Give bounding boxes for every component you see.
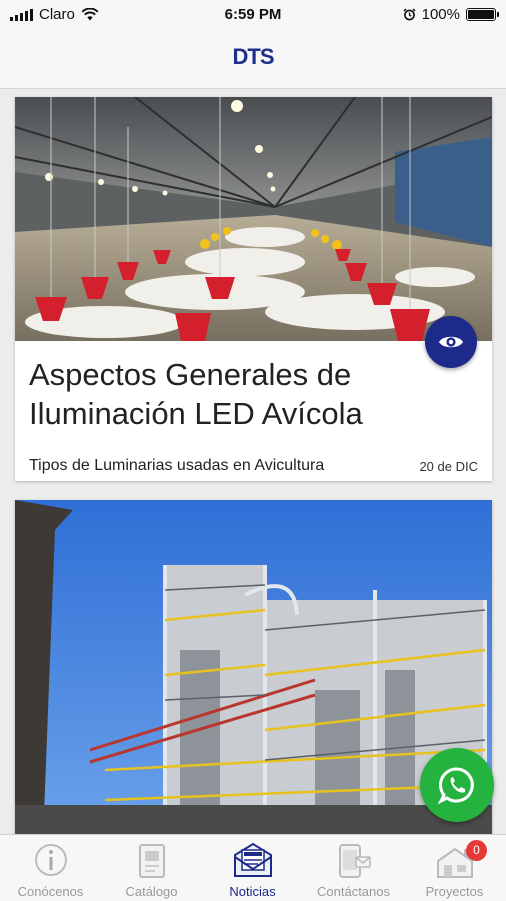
news-icon — [233, 842, 272, 877]
article-subtitle: Tipos de Luminarias usadas en Avicultura — [29, 457, 325, 474]
tab-conocenos[interactable]: Conócenos — [0, 835, 101, 901]
article-title: Aspectos Generales de Iluminación LED Av… — [29, 357, 363, 431]
status-right: 100% — [403, 6, 499, 23]
battery-fill — [468, 10, 494, 19]
info-icon — [34, 844, 67, 876]
article-card[interactable]: Aspectos Generales de Iluminación LED Av… — [15, 97, 492, 481]
tab-contactanos[interactable]: Contáctanos — [303, 835, 404, 901]
tab-catalogo[interactable]: Catálogo — [101, 835, 202, 901]
whatsapp-button[interactable] — [420, 748, 494, 822]
tab-proyectos[interactable]: 0 Proyectos — [404, 835, 505, 901]
tab-label: Catálogo — [125, 884, 178, 899]
poultry-house-image — [15, 97, 492, 341]
app-header: DTS — [0, 30, 506, 89]
alarm-icon — [403, 8, 416, 21]
tab-label: Noticias — [229, 884, 276, 899]
tab-label: Conócenos — [17, 884, 84, 899]
catalog-icon — [138, 844, 165, 878]
tab-noticias[interactable]: Noticias — [202, 835, 303, 901]
whatsapp-icon — [437, 767, 474, 805]
notification-badge: 0 — [466, 840, 487, 861]
battery-icon — [466, 8, 499, 21]
contact-icon — [338, 844, 371, 878]
tab-label: Proyectos — [425, 884, 484, 899]
dts-logo: DTS — [232, 44, 275, 69]
article-date: 20 de DIC — [419, 459, 478, 474]
eye-icon — [439, 336, 463, 348]
tab-bar: Conócenos Catálogo Noticias Contáctanos — [0, 834, 506, 901]
tab-label: Contáctanos — [317, 884, 390, 899]
status-bar: Claro 6:59 PM 100% — [0, 0, 506, 30]
battery-percent: 100% — [421, 6, 460, 23]
